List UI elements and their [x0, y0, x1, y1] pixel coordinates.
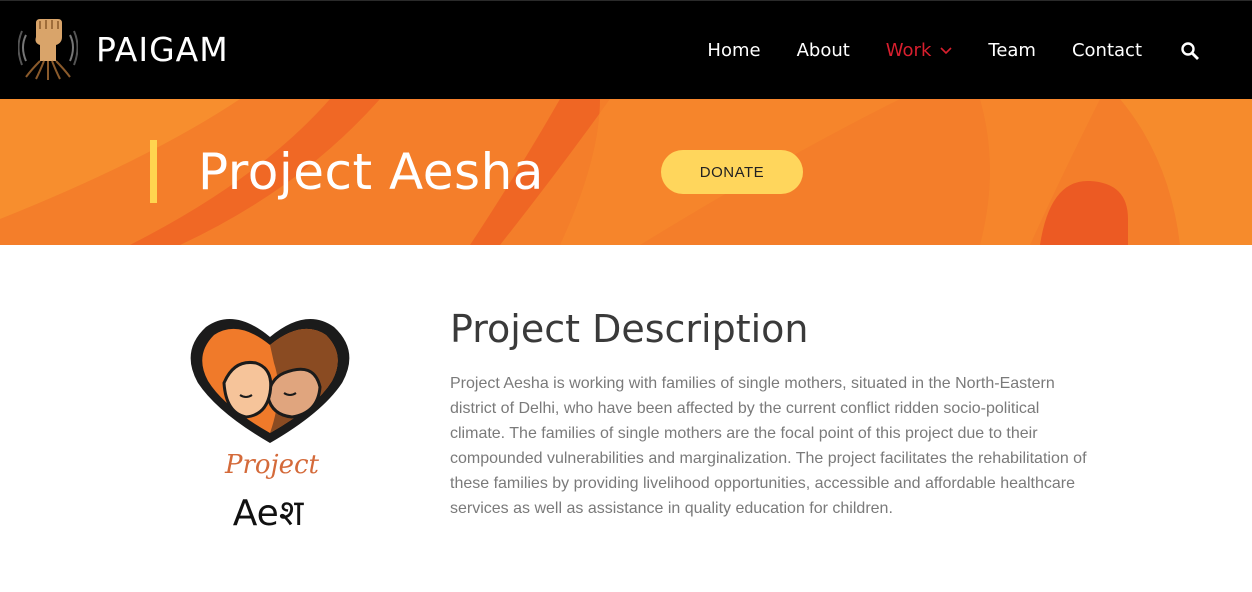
nav-team[interactable]: Team: [988, 40, 1036, 61]
nav-work[interactable]: Work: [886, 40, 953, 61]
logo-script-text: Project: [224, 450, 320, 480]
page-title: Project Aesha: [198, 143, 544, 201]
main-nav: Home About Work Team Contact: [671, 1, 1200, 100]
raised-fist-logo-icon: [18, 19, 78, 80]
chevron-down-icon: [940, 46, 952, 54]
site-header: PAIGAM Home About Work Team Contact: [0, 0, 1252, 99]
logo-bottom-text: Aeश: [233, 493, 304, 534]
section-heading: Project Description: [450, 307, 809, 351]
brand-name: PAIGAM: [96, 29, 229, 69]
banner-background: [0, 99, 1252, 245]
brand[interactable]: PAIGAM: [18, 17, 229, 81]
donate-button[interactable]: DONATE: [661, 150, 803, 194]
nav-home[interactable]: Home: [707, 40, 760, 61]
project-description: Project Aesha is working with families o…: [450, 375, 1087, 517]
page-banner: Project Aesha DONATE: [0, 99, 1252, 245]
nav-contact[interactable]: Contact: [1072, 40, 1142, 61]
nav-work-label: Work: [885, 40, 932, 61]
nav-about[interactable]: About: [797, 40, 850, 61]
search-icon[interactable]: [1180, 41, 1200, 61]
title-accent-bar: [150, 140, 157, 203]
project-aesha-logo: Project Aeश: [190, 319, 350, 534]
